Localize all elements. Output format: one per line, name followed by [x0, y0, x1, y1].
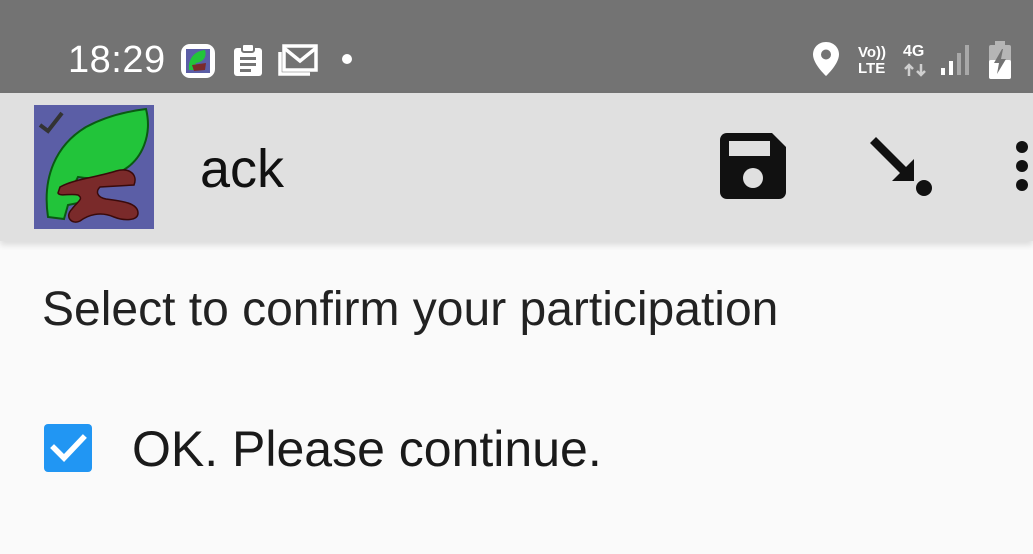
network-lte-label: LTE	[858, 60, 886, 77]
go-to-end-button[interactable]	[866, 133, 936, 199]
gmail-icon	[278, 44, 318, 76]
status-time: 18:29	[68, 39, 166, 81]
app-bar: ack	[0, 93, 1033, 241]
network-volte-label: Vo))	[858, 44, 887, 61]
data-arrows-icon	[904, 63, 926, 77]
location-icon	[813, 42, 839, 76]
choice-checkbox[interactable]	[44, 424, 92, 472]
clipboard-icon	[234, 43, 262, 76]
check-icon	[50, 434, 87, 462]
app-logo	[34, 105, 154, 229]
status-bar: 18:29 Vo)) LTE 4G	[0, 0, 1033, 93]
more-options-button[interactable]	[1008, 137, 1033, 197]
go-to-end-icon	[870, 137, 932, 196]
app-notification-icon	[181, 44, 215, 78]
choice-ok-option[interactable]: OK. Please continue.	[44, 420, 744, 480]
save-button[interactable]	[720, 133, 786, 199]
save-icon	[720, 133, 786, 199]
battery-charging-icon	[989, 41, 1011, 79]
app-title: ack	[200, 139, 285, 199]
question-prompt: Select to confirm your participation	[42, 283, 779, 336]
dot-icon	[342, 54, 352, 64]
choice-label: OK. Please continue.	[132, 421, 602, 477]
network-type-label: 4G	[903, 43, 925, 60]
more-vert-icon	[1016, 141, 1028, 191]
signal-icon	[941, 45, 969, 75]
